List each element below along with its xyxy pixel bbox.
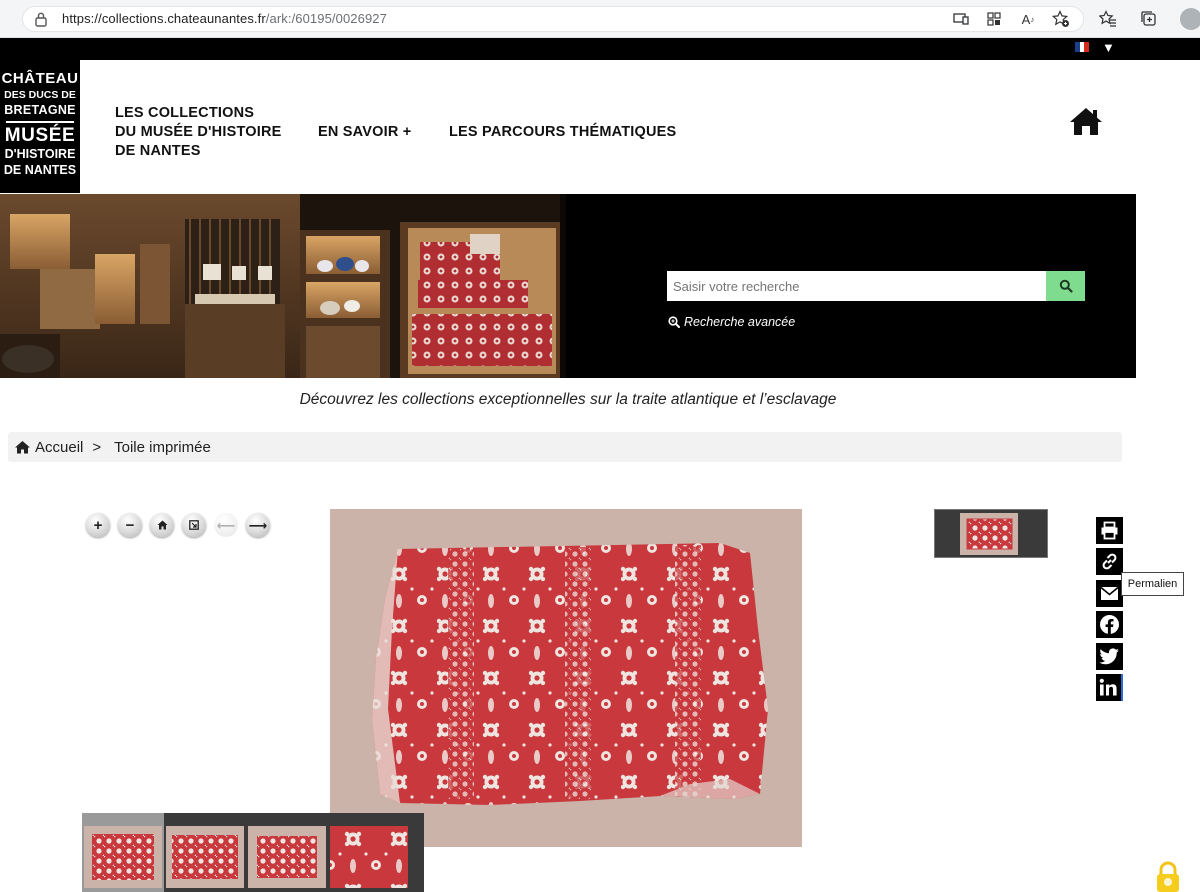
navigator-thumbnail[interactable] [960, 513, 1018, 555]
url-path: /ark:/60195/0026927 [265, 11, 387, 26]
twitter-share-button[interactable] [1096, 643, 1123, 670]
nav-collections-line-1: LES COLLECTIONS [115, 105, 255, 121]
logo-line-2: DES DUCS DE [4, 89, 76, 101]
arrow-right-icon: ⟶ [248, 517, 268, 533]
lock-icon[interactable] [34, 11, 48, 27]
facebook-icon [1100, 615, 1119, 634]
url-host: https://collections.chateaunantes.fr [62, 11, 266, 26]
previous-page-button[interactable]: ⟵ [214, 513, 238, 537]
artwork-image[interactable] [330, 509, 802, 847]
thumbnail-4[interactable] [330, 826, 408, 888]
page-tagline: Découvrez les collections exceptionnelle… [299, 391, 837, 408]
breadcrumb-home-link[interactable]: Accueil [35, 439, 83, 456]
read-aloud-icon[interactable]: A ♪ [1019, 10, 1037, 28]
facebook-share-button[interactable] [1096, 611, 1123, 638]
print-icon [1101, 521, 1118, 540]
search-button[interactable] [1046, 271, 1085, 301]
print-button[interactable] [1096, 517, 1123, 544]
permalink-button[interactable] [1096, 548, 1123, 575]
fullpage-icon [189, 520, 199, 530]
logo-line-5: D'HISTOIRE [4, 147, 76, 161]
logo-divider [6, 121, 74, 123]
nav-collections-line-2: DU MUSÉE D'HISTOIRE [115, 124, 282, 140]
zoom-out-icon: − [125, 516, 135, 534]
accessibility-lock-icon[interactable] [1152, 860, 1184, 892]
zoom-in-button[interactable]: + [86, 513, 110, 537]
advanced-search-icon [668, 316, 680, 328]
search-input[interactable] [667, 271, 1046, 301]
search-icon [1059, 279, 1073, 293]
thumbnail-1[interactable] [84, 826, 162, 888]
collections-icon[interactable] [1140, 10, 1158, 28]
breadcrumb-home-icon[interactable] [14, 440, 31, 454]
nav-collections-line-3: DE NANTES [115, 143, 201, 159]
logo-line-3: BRETAGNE [4, 102, 76, 117]
logo-line-4: MUSÉE [4, 125, 76, 146]
email-button[interactable] [1096, 580, 1123, 607]
home-icon[interactable] [1068, 106, 1104, 136]
french-flag-icon[interactable] [1075, 42, 1090, 52]
viewer-home-icon [157, 520, 167, 530]
envelope-icon [1100, 586, 1119, 600]
language-bar [0, 38, 1200, 60]
next-page-button[interactable]: ⟶ [246, 513, 270, 537]
logo-line-1: CHÂTEAU [1, 70, 79, 87]
printed-fabric-image [372, 543, 768, 805]
favorites-icon[interactable] [1099, 10, 1117, 28]
thumbnail-2[interactable] [166, 826, 244, 888]
nav-en-savoir-plus[interactable]: EN SAVOIR + [318, 124, 411, 140]
viewer-home-button[interactable] [150, 513, 174, 537]
thumbnail-3[interactable] [248, 826, 326, 888]
url-text[interactable]: https://collections.chateaunantes.fr/ark… [62, 11, 387, 26]
advanced-search-label: Recherche avancée [684, 315, 796, 329]
logo-line-6: DE NANTES [3, 162, 77, 177]
zoom-in-icon: + [93, 516, 103, 534]
twitter-icon [1099, 647, 1119, 664]
arrow-left-icon: ⟵ [216, 517, 236, 533]
nav-parcours-thematiques[interactable]: LES PARCOURS THÉMATIQUES [449, 124, 676, 140]
zoom-out-button[interactable]: − [118, 513, 142, 537]
advanced-search-link[interactable]: Recherche avancée [668, 315, 795, 329]
breadcrumb-separator: > [92, 438, 102, 456]
fullpage-button[interactable] [182, 513, 206, 537]
breadcrumb: Accueil > Toile imprimée [8, 432, 1122, 462]
site-logo[interactable]: CHÂTEAU DES DUCS DE BRETAGNE MUSÉE D'HIS… [0, 60, 80, 193]
nav-collections[interactable]: LES COLLECTIONS DU MUSÉE D'HISTOIRE DE N… [115, 104, 305, 161]
profile-avatar[interactable] [1180, 8, 1200, 30]
linkedin-icon [1099, 678, 1117, 696]
linkedin-share-button[interactable] [1096, 674, 1123, 701]
museum-gallery-photo [0, 194, 566, 378]
breadcrumb-current: Toile imprimée [114, 438, 211, 456]
app-available-icon[interactable] [952, 10, 970, 28]
link-icon [1102, 553, 1117, 570]
add-favorite-icon[interactable] [1052, 10, 1070, 28]
extensions-grid-icon[interactable] [985, 10, 1003, 28]
language-dropdown-caret[interactable]: ▼ [1102, 40, 1115, 55]
permalink-tooltip: Permalien [1121, 572, 1184, 596]
